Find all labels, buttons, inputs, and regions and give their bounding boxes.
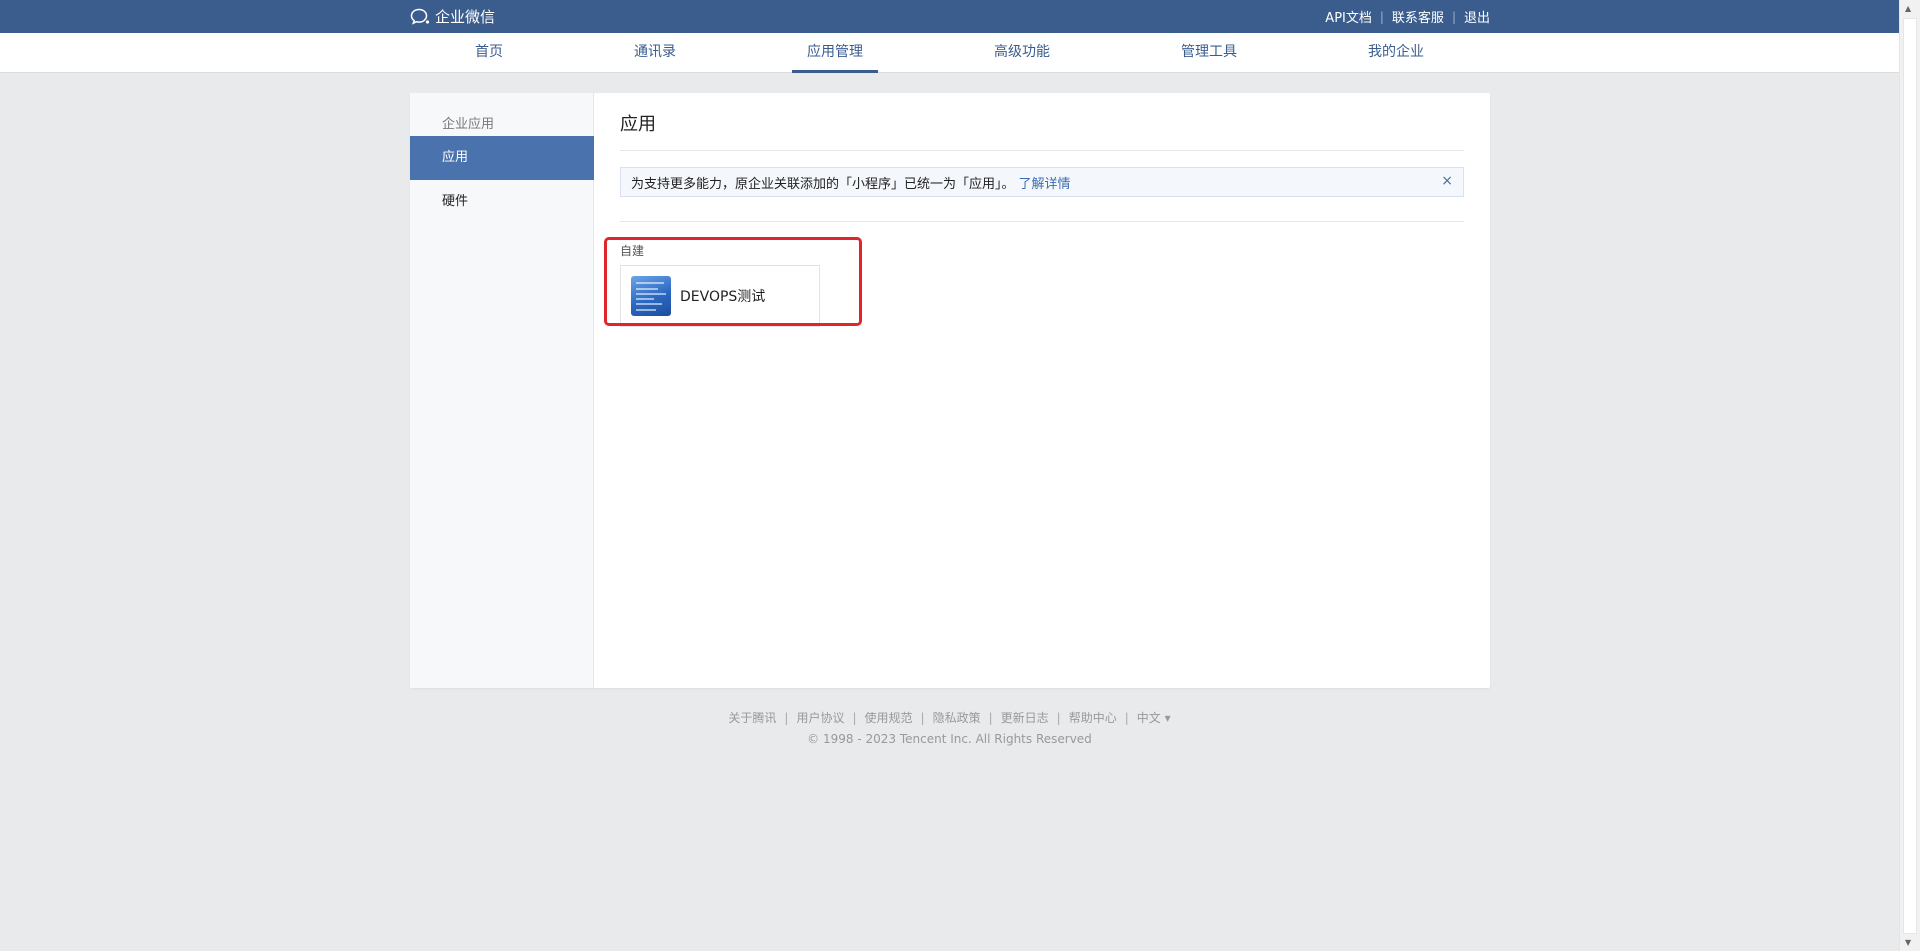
page-title: 应用	[620, 114, 656, 135]
wework-logo-icon	[410, 8, 430, 25]
scroll-up-icon[interactable]: ▲	[1905, 4, 1911, 13]
section-label-custom: 自建	[620, 244, 645, 258]
nav-tab-contacts[interactable]: 通讯录	[619, 33, 691, 73]
learn-more-link[interactable]: 了解详情	[1019, 173, 1071, 192]
content-area: 应用 为支持更多能力，原企业关联添加的「小程序」已统一为「应用」。 了解详情 ×…	[594, 93, 1490, 688]
api-docs-link[interactable]: API文档	[1325, 7, 1372, 26]
footer-link-usage-rules[interactable]: 使用规范	[865, 709, 913, 726]
main-panel: 企业应用 应用 硬件 应用 为支持更多能力，原企业关联添加的「小程序」已统一为「…	[410, 93, 1490, 688]
contact-support-link[interactable]: 联系客服	[1392, 7, 1444, 26]
footer-link-changelog[interactable]: 更新日志	[1001, 709, 1049, 726]
separator: |	[1451, 9, 1456, 24]
sidebar: 企业应用 应用 硬件	[410, 93, 594, 688]
language-select[interactable]: 中文 ▾	[1137, 709, 1171, 726]
separator: |	[920, 710, 925, 725]
sidebar-item-apps[interactable]: 应用	[410, 136, 594, 180]
footer-link-about[interactable]: 关于腾讯	[728, 709, 776, 726]
scroll-down-icon[interactable]: ▼	[1905, 938, 1911, 947]
main-nav: 首页 通讯录 应用管理 高级功能 管理工具 我的企业	[0, 33, 1899, 73]
nav-tab-app-management[interactable]: 应用管理	[792, 33, 878, 73]
top-bar: 企业微信 API文档 | 联系客服 | 退出	[0, 0, 1899, 33]
separator: |	[988, 710, 993, 725]
separator: |	[1124, 710, 1129, 725]
nav-tab-home[interactable]: 首页	[460, 33, 518, 73]
close-icon[interactable]: ×	[1441, 173, 1453, 189]
logo-text: 企业微信	[435, 8, 496, 26]
top-bar-inner: 企业微信 API文档 | 联系客服 | 退出	[410, 0, 1490, 33]
main-nav-inner: 首页 通讯录 应用管理 高级功能 管理工具 我的企业	[410, 33, 1490, 73]
app-icon	[631, 276, 671, 316]
app-card-devops[interactable]: DEVOPS测试	[620, 265, 820, 327]
footer-link-help[interactable]: 帮助中心	[1069, 709, 1117, 726]
copyright: © 1998 - 2023 Tencent Inc. All Rights Re…	[807, 732, 1092, 746]
footer-link-privacy[interactable]: 隐私政策	[933, 709, 981, 726]
divider	[620, 150, 1464, 151]
logout-link[interactable]: 退出	[1464, 7, 1490, 26]
divider	[620, 221, 1464, 222]
notice-banner: 为支持更多能力，原企业关联添加的「小程序」已统一为「应用」。 了解详情 ×	[620, 167, 1464, 197]
nav-tab-advanced[interactable]: 高级功能	[979, 33, 1065, 73]
top-links: API文档 | 联系客服 | 退出	[1325, 7, 1490, 27]
nav-tab-my-company[interactable]: 我的企业	[1353, 33, 1439, 73]
sidebar-heading: 企业应用	[442, 117, 495, 132]
notice-text: 为支持更多能力，原企业关联添加的「小程序」已统一为「应用」。	[631, 176, 1015, 192]
footer-link-user-agreement[interactable]: 用户协议	[796, 709, 844, 726]
app-name: DEVOPS测试	[680, 289, 766, 305]
footer-links: 关于腾讯 | 用户协议 | 使用规范 | 隐私政策 | 更新日志 | 帮助中心 …	[0, 709, 1899, 726]
scroll-thumb[interactable]	[1903, 18, 1917, 934]
scrollbar[interactable]: ▲ ▼	[1899, 0, 1920, 951]
separator: |	[1379, 9, 1384, 24]
separator: |	[784, 710, 789, 725]
logo[interactable]: 企业微信	[410, 6, 495, 27]
footer: 关于腾讯 | 用户协议 | 使用规范 | 隐私政策 | 更新日志 | 帮助中心 …	[0, 709, 1899, 747]
sidebar-item-hardware[interactable]: 硬件	[410, 180, 594, 224]
nav-tab-tools[interactable]: 管理工具	[1166, 33, 1252, 73]
separator: |	[852, 710, 857, 725]
separator: |	[1056, 710, 1061, 725]
